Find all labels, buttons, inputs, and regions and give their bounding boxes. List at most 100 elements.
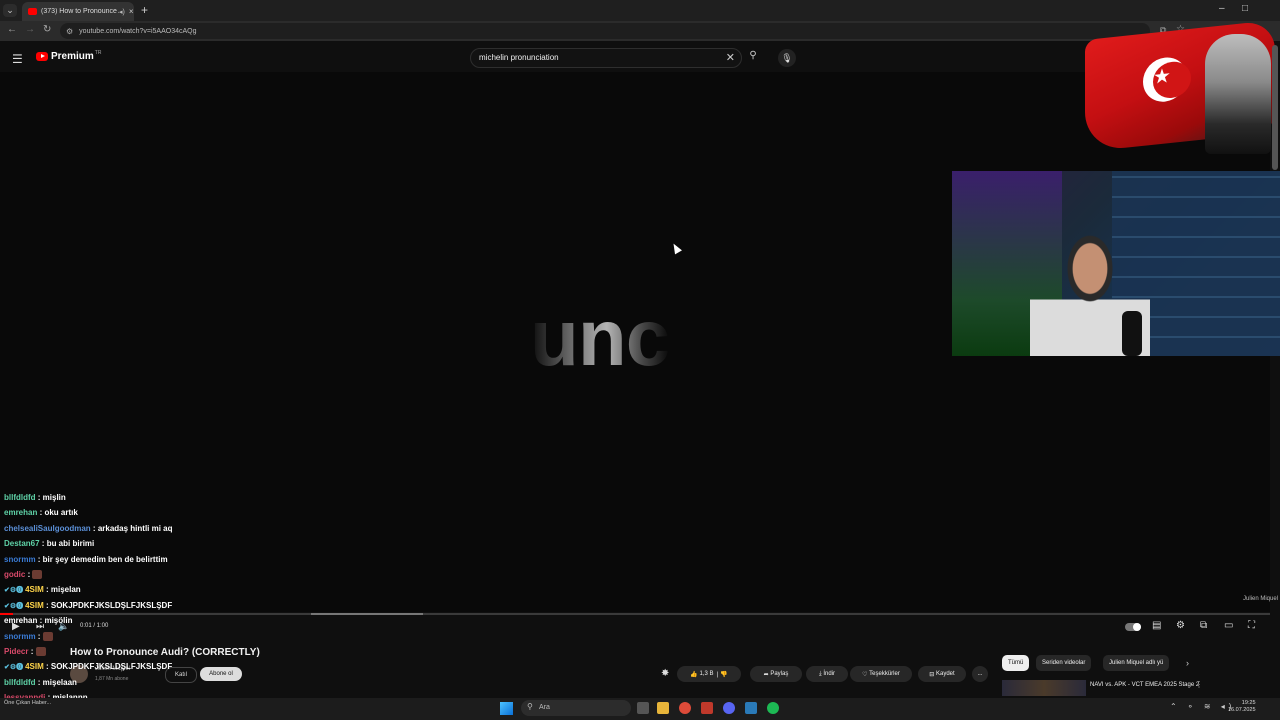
chat-message: chelsealiSaulgoodman : arkadaş hintli mi…: [4, 524, 173, 533]
tray-clock[interactable]: 19:25 16.07.2025: [1228, 700, 1256, 714]
chip-all[interactable]: Tümü: [1002, 655, 1030, 671]
chip-channel[interactable]: Julien Miquel adlı yü: [1103, 655, 1170, 671]
chat-username[interactable]: emrehan: [4, 616, 37, 625]
theater-mode-icon[interactable]: ▭: [1224, 620, 1233, 631]
reload-icon[interactable]: ↻: [43, 24, 51, 35]
chat-badge-icon: ✔⚙⓿: [4, 602, 26, 610]
video-frame-text: unc: [530, 293, 670, 382]
chat-message: emrehan : oku artık: [4, 508, 78, 517]
page-scrollbar[interactable]: [1272, 45, 1278, 170]
chat-username[interactable]: 4SIM: [25, 585, 44, 594]
chat-message: ✔⚙⓿ 4SIM : SOKJPDKFJKSLDŞLFJKSLŞDF: [4, 662, 172, 672]
chat-message: bllfdldfd : mişelaan: [4, 678, 77, 687]
thanks-icon: ♡: [862, 671, 870, 678]
video-watermark: Julien Miquel: [1243, 596, 1279, 602]
chat-username[interactable]: Destan67: [4, 539, 40, 548]
youtube-play-logo-icon: [36, 52, 48, 61]
chat-message: emrehan : mişölin: [4, 616, 72, 625]
system-tray-icons[interactable]: ⌃ ⚬ ≋ ◂): [1170, 702, 1235, 711]
thanks-button[interactable]: ♡ Teşekkürler: [850, 666, 912, 682]
chat-username[interactable]: chelsealiSaulgoodman: [4, 524, 91, 533]
news-widget[interactable]: Öne Çıkan Haber...: [4, 700, 51, 706]
share-icon: ➦: [763, 671, 771, 678]
search-input[interactable]: michelin pronunciation ✕: [470, 48, 742, 68]
chip-series[interactable]: Seriden videolar: [1036, 655, 1092, 671]
taskbar-search[interactable]: ⚲ Ara: [521, 700, 631, 716]
chat-message: snormm : bir şey demedim ben de belirtti…: [4, 555, 168, 564]
like-button[interactable]: 👍 1,3 B | 👎: [677, 666, 741, 682]
search-icon[interactable]: ⚲: [744, 50, 762, 66]
microphone-icon[interactable]: 🎙: [778, 49, 796, 67]
fullscreen-icon[interactable]: ⛶: [1248, 620, 1255, 631]
chat-emote-icon: [42, 631, 53, 641]
chat-message: Pidecr :: [4, 647, 46, 657]
spotify-icon[interactable]: [767, 702, 779, 714]
chat-message: godic :: [4, 570, 43, 580]
chat-separator: :: [43, 600, 51, 610]
recommended-video-thumbnail[interactable]: [1002, 680, 1086, 696]
tab-search-dropdown-icon[interactable]: ⌄: [3, 4, 17, 17]
tab-title: (373) How to Pronounce Au: [41, 8, 119, 15]
chat-separator: :: [35, 493, 43, 502]
more-actions-button[interactable]: ...: [972, 666, 988, 682]
chat-badge-icon: ✔⚙⓿: [4, 587, 26, 595]
subtitles-icon[interactable]: ▤: [1152, 620, 1161, 631]
subscribe-button[interactable]: Abone ol: [200, 667, 242, 681]
youtube-premium-logo[interactable]: Premium TR: [36, 50, 101, 62]
chat-text: bir şey demedim ben de belirttim: [42, 554, 168, 564]
chevron-right-icon[interactable]: ›: [1186, 658, 1189, 668]
chat-username[interactable]: snormm: [4, 632, 36, 641]
chat-separator: :: [35, 631, 43, 641]
chat-message: Destan67 : bu abi birimi: [4, 539, 94, 548]
discord-icon[interactable]: [723, 702, 735, 714]
file-explorer-icon[interactable]: [657, 702, 669, 714]
address-bar[interactable]: ⚙ youtube.com/watch?v=i5AAO34cAQg: [60, 23, 1150, 39]
share-button[interactable]: ➦ Paylaş: [750, 666, 802, 682]
miniplayer-icon[interactable]: ⧉: [1200, 620, 1207, 631]
tray-date: 16.07.2025: [1228, 707, 1256, 713]
save-button[interactable]: ⊟ Kaydet: [918, 666, 966, 682]
autoplay-toggle[interactable]: [1125, 623, 1141, 631]
site-info-icon[interactable]: ⚙: [66, 27, 73, 36]
chat-username[interactable]: 4SIM: [25, 662, 44, 671]
maximize-window-icon[interactable]: □: [1242, 3, 1248, 14]
thumbs-down-icon[interactable]: | 👎: [714, 671, 728, 678]
chat-emote-icon: [35, 647, 46, 657]
windows-start-icon[interactable]: [500, 702, 513, 715]
menu-hamburger-icon[interactable]: ☰: [12, 52, 23, 66]
calendar-app-icon[interactable]: [701, 702, 713, 714]
clear-search-icon[interactable]: ✕: [726, 51, 735, 64]
recommended-video-title[interactable]: NAVI vs. APK - VCT EMEA 2025 Stage 2: [1090, 682, 1199, 688]
chat-username[interactable]: godic: [4, 570, 25, 579]
settings-gear-icon[interactable]: ⚙: [1176, 620, 1185, 631]
minimize-window-icon[interactable]: –: [1219, 3, 1225, 14]
download-button[interactable]: ⤓ İndir: [806, 666, 848, 682]
chat-text: oku artık: [44, 508, 78, 518]
video-title: How to Pronounce Audi? (CORRECTLY): [70, 647, 260, 658]
new-tab-button[interactable]: +: [141, 3, 148, 17]
chat-message: snormm :: [4, 632, 53, 641]
chat-message: bllfdldfd : mişlin: [4, 493, 66, 502]
time-display: 0:01 / 1:00: [80, 623, 109, 629]
star-icon: ★: [1153, 64, 1171, 89]
chat-emote-icon: [32, 570, 43, 580]
save-label: Kaydet: [936, 671, 955, 677]
back-arrow-icon[interactable]: ←: [7, 24, 17, 35]
chat-message: ✔⚙⓿ 4SIM : mişelan: [4, 585, 81, 595]
chat-username[interactable]: bllfdldfd: [4, 493, 36, 502]
tab-close-icon[interactable]: ×: [129, 7, 134, 16]
telegram-icon[interactable]: [745, 702, 757, 714]
progress-track[interactable]: [0, 613, 1270, 615]
chat-username[interactable]: snormm: [4, 555, 36, 564]
active-tab[interactable]: (373) How to Pronounce Au ◂) ×: [22, 2, 134, 21]
chat-username[interactable]: 4SIM: [25, 601, 44, 610]
ai-sparkle-icon[interactable]: ✸: [661, 668, 669, 679]
chat-username[interactable]: emrehan: [4, 508, 37, 517]
tab-audio-icon[interactable]: ◂): [119, 8, 125, 16]
task-view-icon[interactable]: [637, 702, 649, 714]
chat-username[interactable]: Pidecr: [4, 647, 28, 656]
chat-username[interactable]: bllfdldfd: [4, 678, 36, 687]
forward-arrow-icon[interactable]: →: [25, 24, 35, 35]
chrome-icon[interactable]: [679, 702, 691, 714]
recommended-video-menu-icon[interactable]: ⋮: [1195, 680, 1203, 689]
